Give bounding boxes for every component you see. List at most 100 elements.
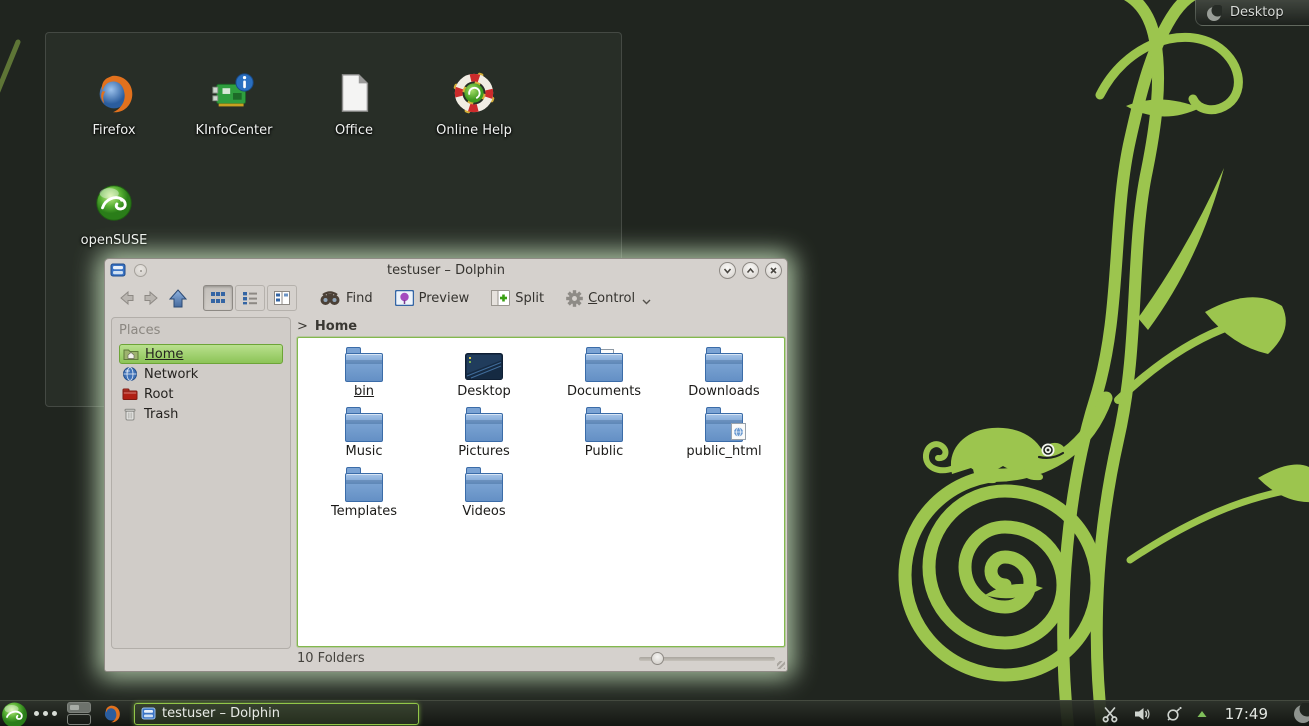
preview-button[interactable]: Preview	[395, 290, 470, 306]
breadcrumb-location[interactable]: Home	[315, 319, 357, 334]
desktop-icon-firefox[interactable]: Firefox	[54, 69, 174, 179]
titlebar-aux-button[interactable]	[134, 264, 147, 277]
split-view-icon	[491, 290, 510, 306]
file-label: Public	[585, 444, 623, 459]
file-item-pictures[interactable]: Pictures	[424, 404, 544, 464]
application-launcher-button[interactable]	[1, 701, 28, 726]
maximize-button[interactable]	[742, 262, 759, 279]
desktop-icon-label: Firefox	[92, 123, 135, 138]
folder-icon	[345, 473, 383, 502]
panel-cashew-icon[interactable]	[1292, 703, 1309, 725]
view-mode-group	[203, 285, 297, 311]
trash-icon	[122, 406, 138, 422]
place-network[interactable]: Network	[119, 364, 283, 384]
place-label: Root	[144, 387, 173, 402]
back-button[interactable]	[113, 286, 139, 310]
desktop-icon-label: KInfoCenter	[196, 123, 273, 138]
split-button[interactable]: Split	[491, 290, 544, 306]
control-label: Control	[588, 291, 635, 306]
places-header: Places	[119, 323, 283, 338]
file-item-music[interactable]: Music	[304, 404, 424, 464]
split-label: Split	[515, 291, 544, 306]
desktop-screen-icon	[465, 353, 503, 380]
breadcrumb-separator[interactable]: >	[297, 319, 308, 334]
taskbar-task-dolphin[interactable]: testuser – Dolphin	[134, 703, 419, 725]
pager-desktop-1[interactable]	[67, 702, 91, 713]
file-label: Documents	[567, 384, 641, 399]
dolphin-app-icon	[141, 706, 156, 721]
place-label: Network	[144, 367, 198, 382]
desktop-root: Firefox KInfoCenter	[0, 0, 1309, 726]
tray-expander-icon[interactable]	[1197, 710, 1207, 718]
kinfocenter-icon	[210, 69, 258, 117]
titlebar[interactable]: testuser – Dolphin	[105, 259, 787, 281]
toolbox-label: Desktop	[1230, 5, 1284, 20]
zoom-slider-knob[interactable]	[651, 652, 664, 665]
dolphin-app-icon	[110, 262, 126, 278]
window-title: testuser – Dolphin	[105, 263, 787, 278]
desktop-icon-office[interactable]: Office	[294, 69, 414, 179]
find-button[interactable]: Find	[319, 290, 373, 306]
file-item-downloads[interactable]: Downloads	[664, 344, 784, 404]
close-button[interactable]	[765, 262, 782, 279]
preview-label: Preview	[419, 291, 470, 306]
digital-clock[interactable]: 17:49	[1225, 705, 1268, 723]
file-label: Desktop	[457, 384, 511, 399]
desktop-icon-online-help[interactable]: Online Help	[414, 69, 534, 179]
pager-desktop-2[interactable]	[67, 714, 91, 725]
volume-speaker-icon[interactable]	[1133, 706, 1151, 722]
desktop-icon-label: openSUSE	[81, 233, 148, 248]
folder-icon	[705, 353, 743, 382]
file-label: Templates	[331, 504, 397, 519]
resize-grip[interactable]	[777, 661, 785, 669]
folder-documents-icon	[585, 353, 623, 382]
gear-icon	[566, 290, 583, 307]
task-label: testuser – Dolphin	[162, 706, 280, 721]
firefox-icon	[90, 69, 138, 117]
preview-image-icon	[395, 290, 414, 306]
places-panel: Places Home Network Root	[111, 317, 291, 649]
details-view-button[interactable]	[235, 285, 265, 311]
breadcrumb: > Home	[297, 315, 357, 337]
binoculars-icon	[319, 290, 341, 306]
folder-icon	[465, 413, 503, 442]
control-button[interactable]: Control	[566, 290, 651, 307]
desktop-toolbox[interactable]: Desktop	[1195, 0, 1309, 26]
file-item-videos[interactable]: Videos	[424, 464, 544, 524]
file-item-templates[interactable]: Templates	[304, 464, 424, 524]
file-label: Videos	[462, 504, 505, 519]
columns-view-button[interactable]	[267, 285, 297, 311]
forward-button[interactable]	[139, 286, 165, 310]
file-item-desktop[interactable]: Desktop	[424, 344, 544, 404]
folder-view[interactable]: bin Desktop Documents Downlo	[297, 337, 785, 647]
opensuse-geeko-icon	[90, 179, 138, 227]
folder-icon	[345, 353, 383, 382]
virtual-desktop-pager[interactable]	[67, 702, 91, 725]
place-label: Home	[145, 347, 183, 362]
icons-view-button[interactable]	[203, 285, 233, 311]
file-label: Downloads	[688, 384, 759, 399]
place-root[interactable]: Root	[119, 384, 283, 404]
red-folder-icon	[122, 386, 138, 402]
lifebuoy-help-icon	[450, 69, 498, 117]
file-item-documents[interactable]: Documents	[544, 344, 664, 404]
file-item-bin[interactable]: bin	[304, 344, 424, 404]
network-globe-icon	[122, 366, 138, 382]
place-home[interactable]: Home	[119, 344, 283, 364]
desktop-icon-kinfocenter[interactable]: KInfoCenter	[174, 69, 294, 179]
file-label: Pictures	[458, 444, 509, 459]
firefox-launcher-icon[interactable]	[101, 703, 122, 724]
folder-html-icon	[705, 413, 743, 442]
panel-dots-widget[interactable]	[34, 711, 57, 716]
place-label: Trash	[144, 407, 178, 422]
file-item-public-html[interactable]: public_html	[664, 404, 784, 464]
place-trash[interactable]: Trash	[119, 404, 283, 424]
device-notifier-icon[interactable]	[1165, 706, 1183, 722]
file-item-public[interactable]: Public	[544, 404, 664, 464]
klipper-scissors-icon[interactable]	[1101, 705, 1119, 723]
up-button[interactable]	[165, 286, 191, 310]
cashew-icon	[1206, 5, 1222, 21]
home-folder-icon	[123, 346, 139, 362]
minimize-button[interactable]	[719, 262, 736, 279]
zoom-slider[interactable]	[639, 657, 775, 661]
